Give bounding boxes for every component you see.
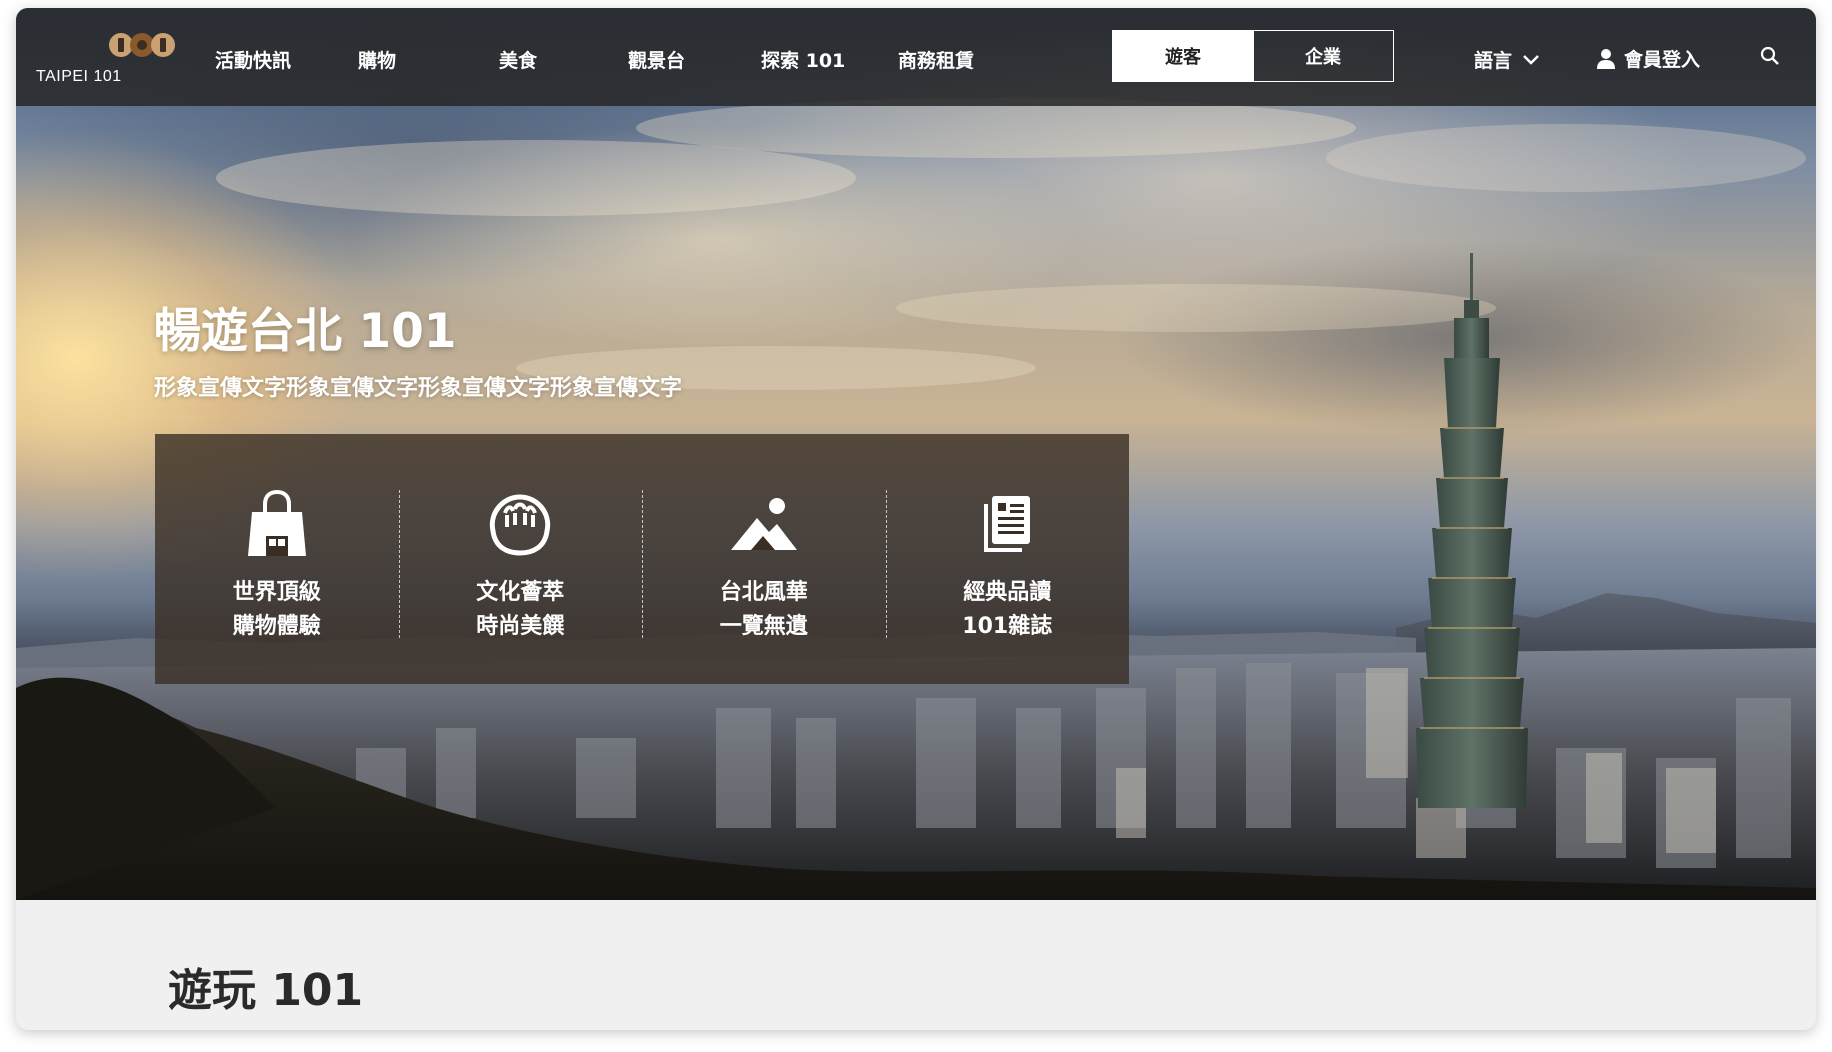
nav-item-leasing[interactable]: 商務租賃: [898, 46, 974, 73]
hero-subtitle: 形象宣傳文字形象宣傳文字形象宣傳文字形象宣傳文字: [154, 376, 683, 401]
language-label: 語言: [1474, 50, 1513, 72]
feature-dining[interactable]: 文化薈萃 時尚美饌: [398, 434, 643, 684]
feature-shopping[interactable]: 世界頂級 購物體驗: [155, 434, 399, 684]
feature-shopping-line1: 世界頂級: [232, 580, 321, 605]
feature-dining-line1: 文化薈萃: [476, 580, 565, 605]
feature-observatory-line1: 台北風華: [719, 580, 808, 605]
tower-silhouette: [1416, 253, 1528, 808]
feature-dining-line2: 時尚美饌: [476, 614, 565, 639]
chevron-down-icon: [1523, 54, 1539, 65]
hero-banner: TAIPEI 101 活動快訊 購物 美食 觀景台 探索 101 商務租賃 遊客…: [16, 8, 1816, 900]
top-navbar: TAIPEI 101 活動快訊 購物 美食 觀景台 探索 101 商務租賃 遊客…: [16, 8, 1816, 106]
feature-magazine-line2: 101雜誌: [962, 614, 1053, 639]
nav-item-shopping[interactable]: 購物: [358, 46, 396, 73]
nav-item-observatory[interactable]: 觀景台: [628, 46, 685, 73]
audience-business-button[interactable]: 企業: [1252, 30, 1394, 82]
shopping-bag-icon: [247, 490, 306, 556]
mountain-icon: [730, 498, 797, 550]
search-icon[interactable]: [1760, 46, 1780, 66]
section-title-play: 遊玩 101: [168, 965, 364, 1016]
feature-magazine-line1: 經典品讀: [963, 580, 1052, 605]
language-selector[interactable]: 語言: [1474, 46, 1540, 73]
dumpling-icon: [490, 494, 551, 556]
feature-observatory[interactable]: 台北風華 一覽無遺: [642, 434, 886, 684]
login-label: 會員登入: [1624, 49, 1701, 71]
taipei101-logo[interactable]: TAIPEI 101: [36, 28, 175, 92]
logo-rings-icon: [109, 33, 175, 57]
feature-observatory-line2: 一覽無遺: [719, 614, 808, 639]
nav-item-explore[interactable]: 探索 101: [761, 46, 845, 73]
feature-magazine[interactable]: 經典品讀 101雜誌: [885, 434, 1130, 684]
magazine-icon: [984, 496, 1031, 552]
user-icon: [1597, 48, 1615, 69]
member-login-button[interactable]: 會員登入: [1596, 45, 1700, 72]
browser-window: TAIPEI 101 活動快訊 購物 美食 觀景台 探索 101 商務租賃 遊客…: [16, 8, 1816, 1030]
audience-visitor-button[interactable]: 遊客: [1112, 30, 1254, 82]
feature-panel: 世界頂級 購物體驗 文化薈萃 時尚美饌 台北風華 一覽無遺 經典品讀 101雜誌: [155, 434, 1129, 684]
nav-item-events[interactable]: 活動快訊: [215, 46, 291, 73]
hero-title: 暢遊台北 101: [154, 304, 457, 359]
logo-text: TAIPEI 101: [36, 68, 122, 85]
nav-item-dining[interactable]: 美食: [499, 46, 537, 73]
feature-shopping-line2: 購物體驗: [232, 614, 321, 639]
